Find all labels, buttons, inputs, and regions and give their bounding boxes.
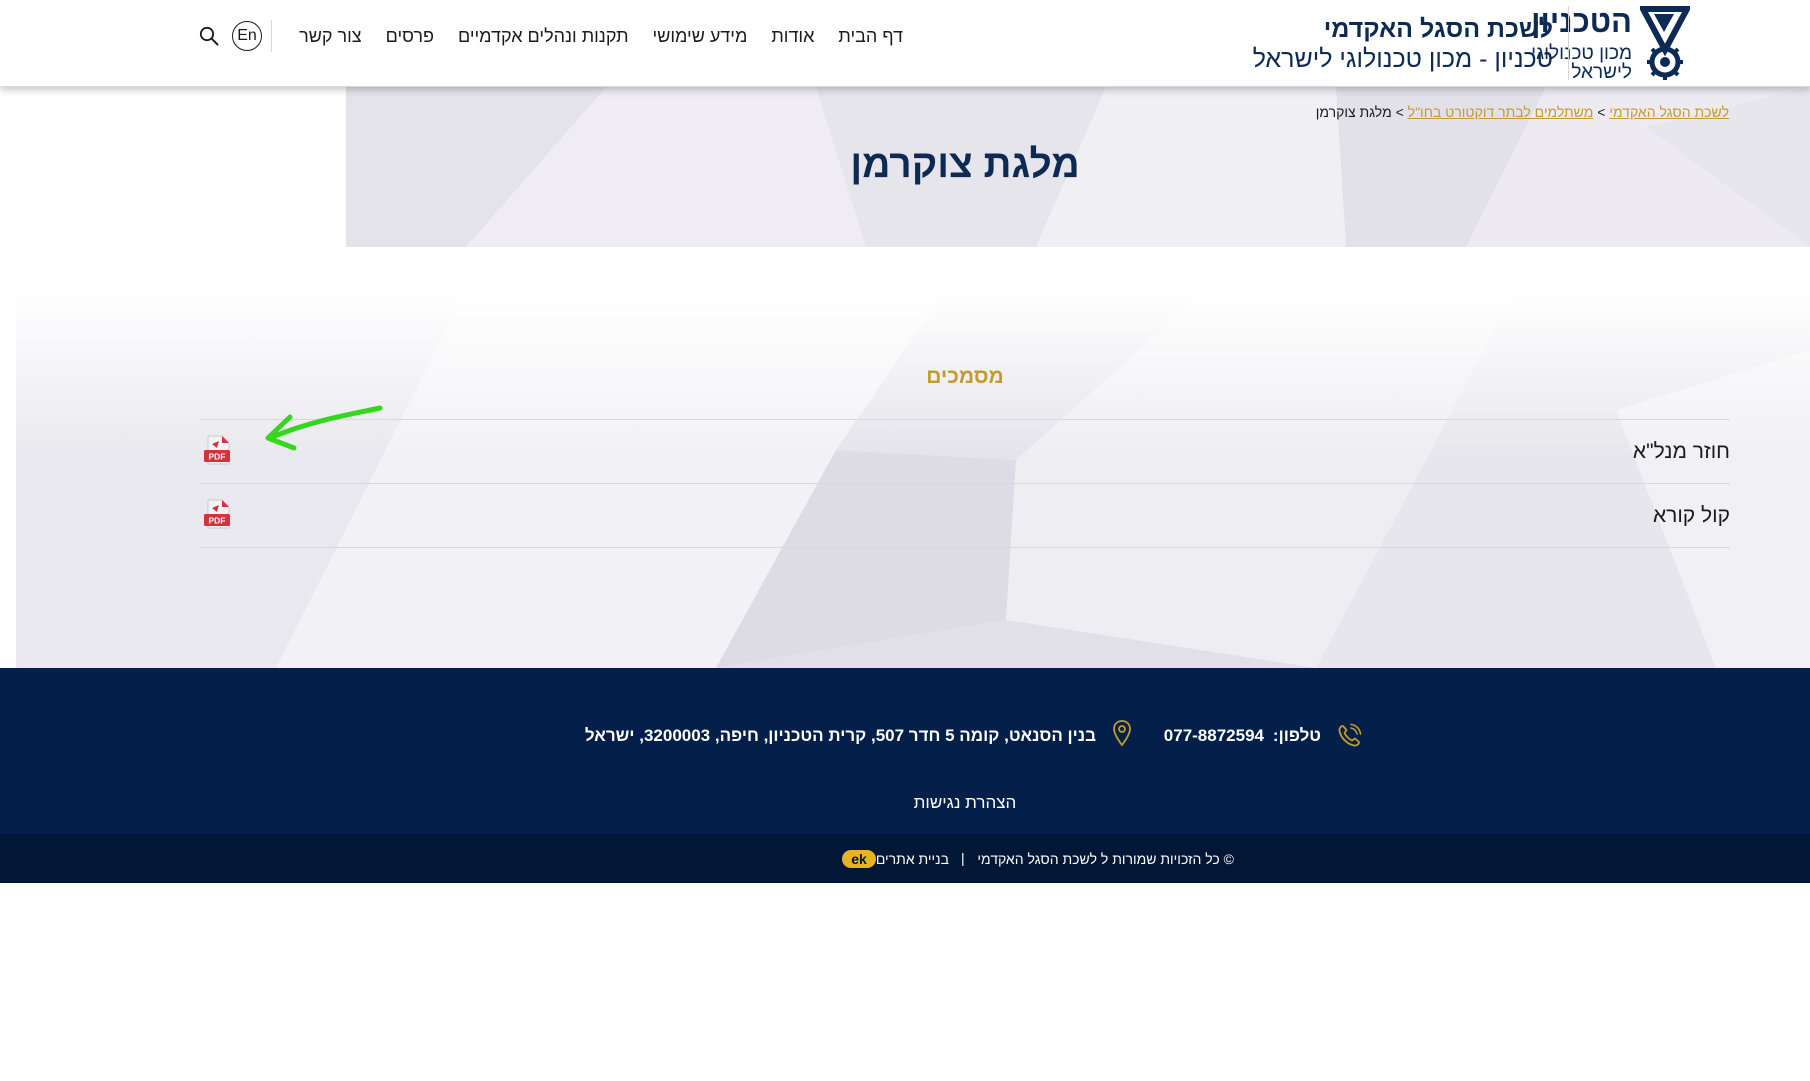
nav-item-home[interactable]: דף הבית — [838, 26, 903, 47]
nav-item-regulations[interactable]: תקנות ונהלים אקדמיים — [458, 26, 629, 47]
address-text: בנין הסנאט, קומה 5 חדר 507, קרית הטכניון… — [584, 726, 1096, 745]
technion-logo[interactable]: הטכניון מכון טכנולוגי לישראל — [1531, 4, 1690, 82]
documents-heading: מסמכים — [926, 365, 1004, 388]
credit-logo-icon[interactable]: ek — [842, 850, 876, 868]
pdf-icon-label: PDF — [209, 452, 226, 462]
breadcrumb-section-link[interactable]: משתלמים לבתר דוקטורט בחו"ל — [1408, 104, 1594, 120]
technion-emblem-icon — [1640, 6, 1690, 80]
org-title-sub: טכניון - מכון טכנולוגי לישראל — [1252, 45, 1553, 73]
main-nav: דף הבית אודות מידע שימושי תקנות ונהלים א… — [299, 26, 903, 47]
document-row[interactable]: קול קורא PDF — [199, 483, 1730, 548]
language-toggle-button[interactable]: En — [232, 21, 262, 51]
document-title[interactable]: קול קורא — [1653, 504, 1730, 528]
nav-item-about[interactable]: אודות — [771, 26, 814, 47]
documents-list: חוזר מנל"א PDF קול קורא PDF — [199, 419, 1730, 548]
document-title[interactable]: חוזר מנל"א — [1633, 440, 1730, 464]
document-row[interactable]: חוזר מנל"א PDF — [199, 419, 1730, 483]
location-pin-icon — [1113, 720, 1131, 747]
breadcrumb-separator: > — [1395, 104, 1404, 120]
site-header: הטכניון מכון טכנולוגי לישראל לשכת הסגל ה… — [0, 0, 1810, 87]
breadcrumb-separator: > — [1597, 104, 1606, 120]
accessibility-statement-link[interactable]: הצהרת נגישות — [0, 793, 1810, 813]
phone-icon — [1338, 723, 1362, 747]
phone-number[interactable]: 077-8872594 — [1164, 726, 1264, 746]
breadcrumb-home-link[interactable]: לשכת הסגל האקדמי — [1609, 104, 1729, 120]
org-title[interactable]: לשכת הסגל האקדמי טכניון - מכון טכנולוגי … — [1253, 14, 1553, 74]
nav-item-contact[interactable]: צור קשר — [299, 26, 361, 47]
footer-contact: טלפון: 077-8872594 בנין הסנאט, קומה 5 חד… — [0, 720, 1810, 749]
nav-divider — [271, 20, 272, 52]
breadcrumb: לשכת הסגל האקדמי > משתלמים לבתר דוקטורט … — [1316, 104, 1729, 120]
nav-item-awards[interactable]: פרסים — [386, 26, 434, 47]
credit-logo-text: ek — [851, 851, 867, 867]
pdf-icon[interactable]: PDF — [204, 499, 230, 529]
copyright-text: © כל הזכויות שמורות ל לשכת הסגל האקדמי — [977, 851, 1234, 867]
search-icon[interactable] — [199, 26, 219, 46]
footer-separator: | — [961, 850, 965, 866]
pdf-icon[interactable]: PDF — [204, 435, 230, 465]
phone-label: טלפון: — [1272, 726, 1321, 745]
nav-item-useful-info[interactable]: מידע שימושי — [653, 26, 748, 47]
pdf-icon-label: PDF — [209, 516, 226, 526]
breadcrumb-current: מלגת צוקרמן — [1315, 104, 1392, 120]
org-title-main: לשכת הסגל האקדמי — [1323, 15, 1553, 43]
page-title: מלגת צוקרמן — [850, 143, 1080, 186]
logo-divider — [1568, 6, 1569, 80]
footer-bottom-bar: © כל הזכויות שמורות ל לשכת הסגל האקדמי |… — [0, 834, 1810, 883]
site-credit-link[interactable]: בניית אתרים — [876, 851, 949, 867]
